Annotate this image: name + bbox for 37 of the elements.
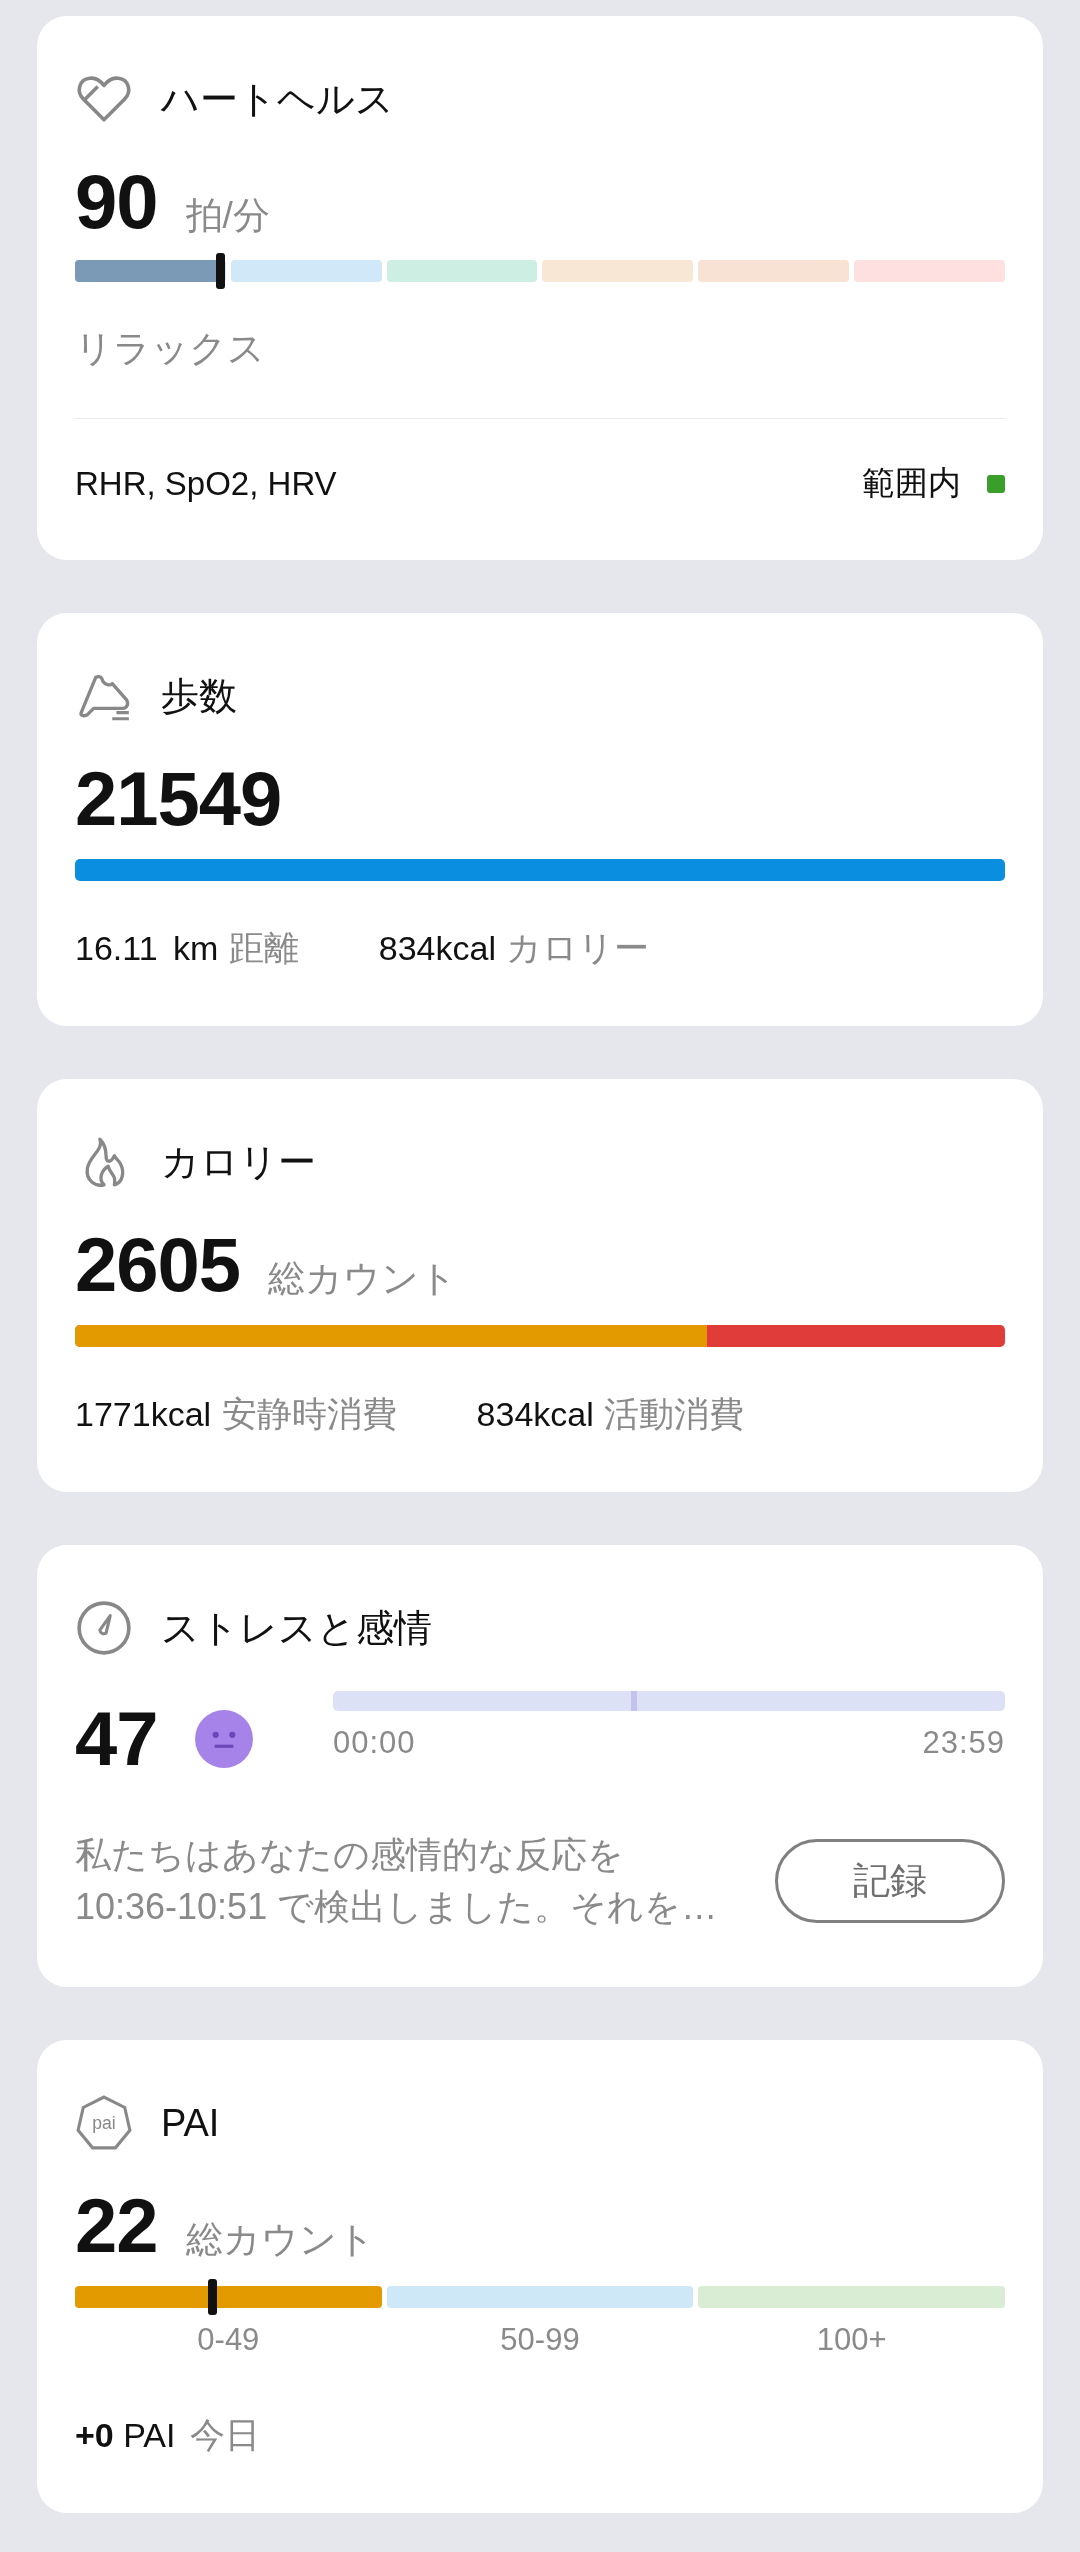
stress-value: 47 bbox=[75, 1695, 159, 1783]
today-label: 今日 bbox=[189, 2414, 260, 2456]
step-count: 21549 bbox=[75, 755, 282, 843]
neutral-face-icon bbox=[195, 1710, 253, 1768]
unit-label: 総カウント bbox=[268, 1257, 458, 1301]
status-label: 範囲内 bbox=[862, 463, 961, 503]
range-label: 0-49 bbox=[197, 2322, 260, 2358]
card-background[interactable]: ハートヘルス 90 拍/分 リラックス RHR, SpO2, HRV 範囲内 bbox=[37, 16, 1043, 560]
zone-label: リラックス bbox=[75, 327, 266, 371]
card-background[interactable]: pai PAI 22 総カウント 0-49 50-99 100+ +0 PAI 今日 bbox=[37, 2040, 1043, 2513]
stat-text: 1771kcal 安静時消費 bbox=[75, 1393, 397, 1435]
card-title: ストレスと感情 bbox=[161, 1605, 432, 1651]
time-label: 23:59 bbox=[922, 1725, 1005, 1761]
time-label: 00:00 bbox=[333, 1725, 416, 1761]
calorie-total: 2605 bbox=[75, 1221, 241, 1309]
heart-rate-value: 90 bbox=[75, 158, 158, 246]
pai-icon: pai bbox=[75, 2094, 133, 2152]
pai-value: 22 bbox=[75, 2182, 158, 2270]
range-label: 50-99 bbox=[500, 2322, 580, 2358]
stat-text: 834kcal カロリー bbox=[378, 927, 650, 969]
metrics-label: RHR, SpO2, HRV bbox=[75, 464, 337, 503]
card-title: カロリー bbox=[161, 1139, 316, 1185]
stat-text: 16.11 km 距離 bbox=[75, 927, 299, 969]
gauge-icon bbox=[75, 1599, 133, 1657]
card-title: PAI bbox=[161, 2101, 220, 2145]
today-pai-value: +0 PAI bbox=[75, 2416, 176, 2455]
stat-text: 834kcal 活動消費 bbox=[476, 1393, 745, 1435]
card-background[interactable]: カロリー 2605 総カウント 1771kcal 安静時消費 834kcal 活動消費 bbox=[37, 1079, 1043, 1492]
unit-label: 総カウント bbox=[185, 2218, 375, 2262]
range-label: 100+ bbox=[816, 2322, 887, 2358]
emotion-message: 私たちはあなたの感情的な反応を 10:36-10:51 で検出しました。それを… bbox=[75, 1833, 718, 1929]
card-title: 歩数 bbox=[161, 673, 237, 719]
card-title: ハートヘルス bbox=[161, 76, 394, 122]
card-background[interactable]: 歩数 21549 16.11 km 距離 834kcal カロリー bbox=[37, 613, 1043, 1026]
unit-label: 拍/分 bbox=[185, 194, 270, 238]
card-background[interactable]: ストレスと感情 47 00:00 23:59 私たちはあなたの感情的な反応を 10:36-10:51 で検出しました。それを… 記録 bbox=[37, 1545, 1043, 1987]
record-button[interactable]: 記録 bbox=[775, 1839, 1005, 1923]
